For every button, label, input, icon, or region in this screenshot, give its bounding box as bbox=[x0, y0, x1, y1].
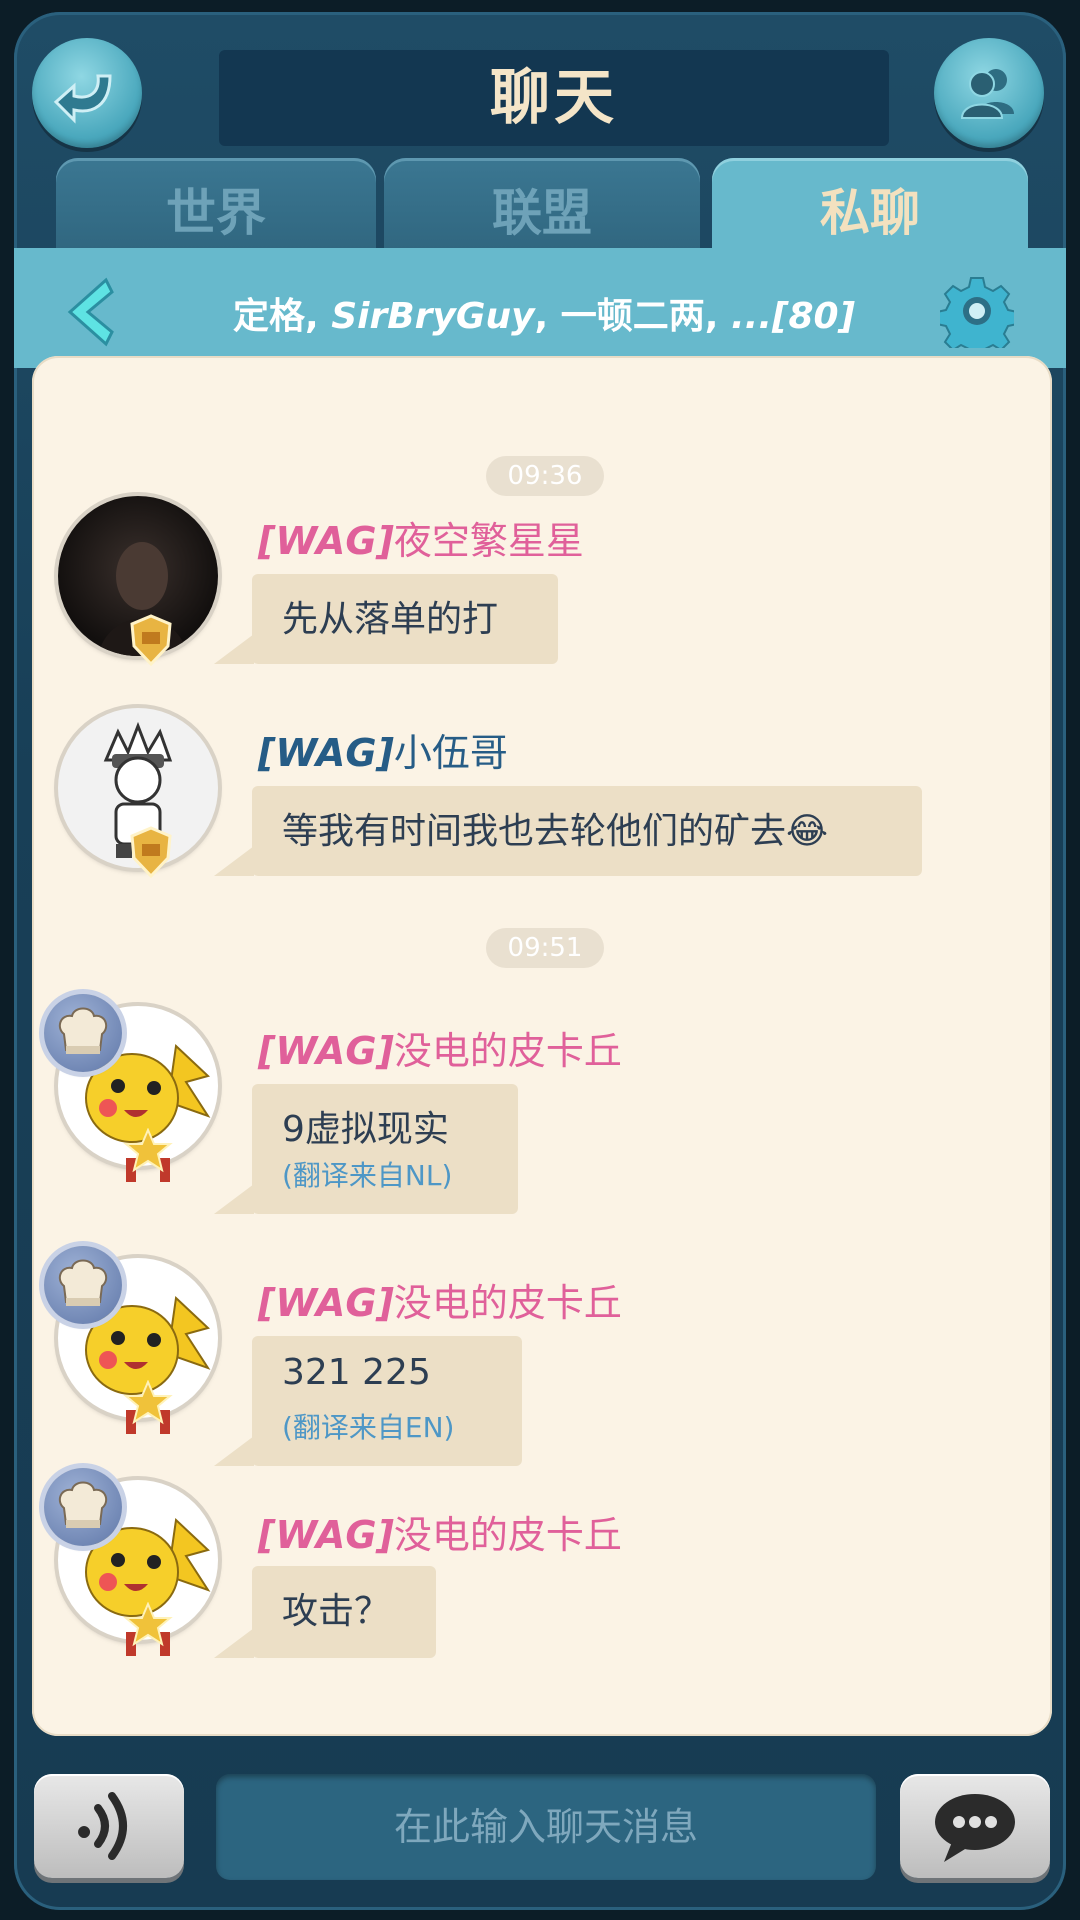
back-arrow-icon[interactable] bbox=[60, 274, 120, 350]
message-text: 先从落单的打 bbox=[282, 599, 499, 640]
sender-name: [WAG]没电的皮卡丘 bbox=[258, 1272, 622, 1327]
tab-alliance[interactable]: 联盟 bbox=[384, 158, 700, 260]
translation-note: (翻译来自NL) bbox=[282, 1159, 453, 1192]
sender-nickname: 小伍哥 bbox=[393, 731, 508, 775]
timestamp: 09:51 bbox=[486, 928, 604, 968]
sender-nickname: 没电的皮卡丘 bbox=[393, 1281, 622, 1325]
bubble-tail bbox=[214, 1184, 254, 1214]
message-bubble[interactable]: 等我有时间我也去轮他们的矿去😂 bbox=[214, 786, 922, 876]
chef-hat-icon bbox=[44, 1468, 122, 1546]
sender-name: [WAG]夜空繁星星 bbox=[258, 510, 584, 565]
back-button[interactable] bbox=[32, 38, 142, 148]
rank-badge-icon bbox=[123, 1128, 173, 1182]
alliance-tag: [WAG] bbox=[258, 1513, 394, 1557]
chef-hat-icon bbox=[44, 994, 122, 1072]
sender-nickname: 没电的皮卡丘 bbox=[393, 1029, 622, 1073]
alliance-tag: [WAG] bbox=[258, 1029, 394, 1073]
sender-name: [WAG]没电的皮卡丘 bbox=[258, 1020, 622, 1075]
message-bubble[interactable]: 321 225 (翻译来自EN) bbox=[214, 1336, 522, 1466]
message-text: 攻击？ bbox=[282, 1591, 391, 1632]
message-bubble[interactable]: 攻击？ bbox=[214, 1566, 436, 1658]
chat-bubble-icon bbox=[935, 1794, 1015, 1862]
bubble-tail bbox=[214, 634, 254, 664]
sender-name: [WAG]小伍哥 bbox=[258, 722, 508, 777]
alliance-tag: [WAG] bbox=[258, 519, 394, 563]
chat-input[interactable]: 在此输入聊天消息 bbox=[216, 1774, 876, 1880]
rank-badge-icon bbox=[123, 1380, 173, 1434]
chef-hat-glyph bbox=[58, 1007, 108, 1054]
voice-icon bbox=[78, 1792, 127, 1860]
page-title: 聊天 bbox=[490, 63, 618, 133]
send-button[interactable] bbox=[900, 1774, 1050, 1878]
sender-nickname: 没电的皮卡丘 bbox=[393, 1513, 622, 1557]
rank-badge-icon bbox=[130, 826, 172, 878]
conversation-title[interactable]: 定格, SirBryGuy, 一顿二两, ...[80] bbox=[174, 282, 914, 352]
friends-button[interactable] bbox=[934, 38, 1044, 148]
tab-world[interactable]: 世界 bbox=[56, 158, 376, 260]
conversation-title-part: SirBryGuy bbox=[331, 296, 535, 337]
message-text: 9虚拟现实 bbox=[282, 1109, 449, 1150]
message-bubble[interactable]: 9虚拟现实 (翻译来自NL) bbox=[214, 1084, 518, 1214]
rank-badge-icon bbox=[123, 1602, 173, 1656]
curved-back-arrow-icon bbox=[53, 74, 112, 124]
voice-button[interactable] bbox=[34, 1774, 184, 1878]
tab-private-chat[interactable]: 私聊 bbox=[712, 158, 1028, 260]
alliance-tag: [WAG] bbox=[258, 1281, 394, 1325]
conversation-title-part: , 一顿二两, bbox=[534, 296, 731, 337]
gear-icon[interactable] bbox=[940, 274, 1014, 348]
message-text: 321 225 bbox=[282, 1352, 431, 1393]
sender-name: [WAG]没电的皮卡丘 bbox=[258, 1504, 622, 1559]
alliance-tag: [WAG] bbox=[258, 731, 394, 775]
message-bubble[interactable]: 先从落单的打 bbox=[214, 574, 558, 664]
bubble-tail bbox=[214, 1628, 254, 1658]
chef-hat-glyph bbox=[58, 1259, 108, 1306]
rank-badge-icon bbox=[130, 614, 172, 666]
chef-hat-icon bbox=[44, 1246, 122, 1324]
timestamp: 09:36 bbox=[486, 456, 604, 496]
translation-note: (翻译来自EN) bbox=[282, 1411, 455, 1444]
sender-nickname: 夜空繁星星 bbox=[393, 519, 584, 563]
bubble-tail bbox=[214, 846, 254, 876]
chat-panel[interactable]: 09:36 [WAG]夜空繁星星 先从落单的打 [WAG]小伍哥 等我有时间我也… bbox=[32, 356, 1052, 1736]
conversation-title-part: 定格, bbox=[233, 296, 332, 337]
chef-hat-glyph bbox=[58, 1481, 108, 1528]
friends-icon bbox=[960, 69, 1014, 119]
bubble-tail bbox=[214, 1436, 254, 1466]
conversation-title-part: ...[80] bbox=[730, 296, 855, 337]
message-text: 等我有时间我也去轮他们的矿去😂 bbox=[282, 811, 829, 852]
app-frame: 聊天 世界 联盟 私聊 定格, SirBryGuy, 一顿二两, ...[80]… bbox=[14, 12, 1066, 1910]
